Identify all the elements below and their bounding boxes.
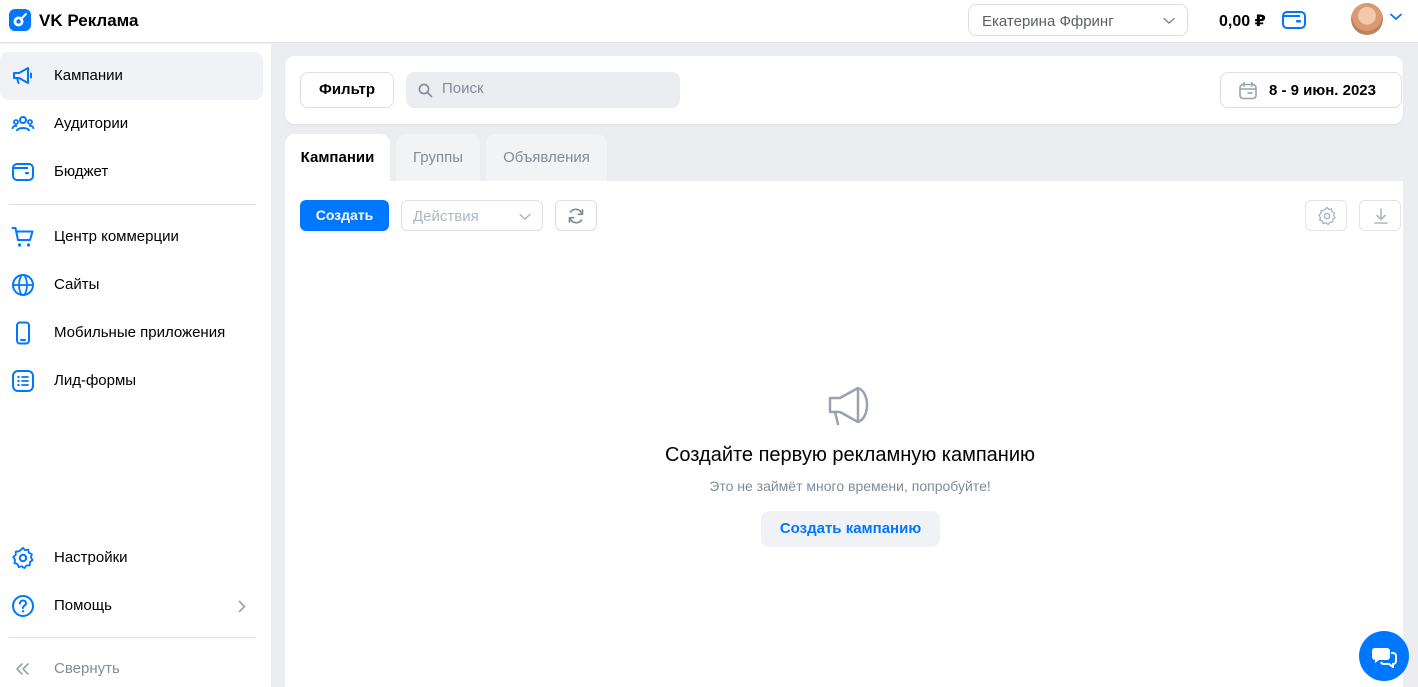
refresh-icon [568, 208, 584, 224]
download-icon [1374, 208, 1388, 224]
gear-icon [12, 546, 34, 569]
table-settings-button[interactable] [1305, 200, 1347, 231]
app-title[interactable]: VK Реклама [39, 11, 139, 31]
top-bar: VK Реклама Екатерина Ффринг 0,00 ₽ [0, 0, 1418, 43]
chevron-down-icon [519, 213, 531, 221]
sidebar-item-label: Центр коммерции [54, 228, 179, 245]
chevron-down-icon [1163, 17, 1175, 25]
filter-bar: Фильтр 8 - 9 июн. 2023 [285, 56, 1403, 124]
sidebar-item-label: Мобильные приложения [54, 324, 226, 341]
sidebar-item-label: Помощь [54, 597, 112, 614]
phone-icon [16, 321, 30, 345]
tab-groups[interactable]: Группы [396, 134, 480, 182]
actions-dropdown[interactable]: Действия [401, 200, 543, 231]
tab-campaigns[interactable]: Кампании [285, 134, 390, 182]
download-button[interactable] [1359, 200, 1401, 231]
users-icon [11, 116, 35, 132]
empty-state-subtitle: Это не займёт много времени, попробуйте! [709, 478, 991, 494]
calendar-icon [1239, 81, 1257, 100]
sidebar-item-campaigns[interactable]: Кампании [0, 52, 263, 100]
collapse-label: Свернуть [54, 660, 120, 677]
account-name: Екатерина Ффринг [982, 13, 1114, 30]
sidebar-item-label: Аудитории [54, 115, 129, 132]
globe-icon [12, 274, 34, 296]
sidebar-item-lead-forms[interactable]: Лид-формы [0, 357, 263, 405]
sidebar-item-audiences[interactable]: Аудитории [0, 100, 263, 148]
sidebar-collapse-button[interactable]: Свернуть [0, 645, 263, 687]
megaphone-icon [828, 386, 869, 426]
double-chevron-left-icon [16, 663, 29, 675]
refresh-button[interactable] [555, 200, 597, 231]
question-icon [12, 595, 34, 617]
filter-button[interactable]: Фильтр [300, 72, 394, 108]
avatar[interactable] [1351, 3, 1383, 35]
search-icon [418, 83, 433, 98]
support-chat-button[interactable] [1359, 631, 1409, 681]
account-select[interactable]: Екатерина Ффринг [968, 4, 1188, 36]
actions-placeholder: Действия [413, 208, 479, 225]
chat-icon [1371, 648, 1397, 668]
sidebar-item-sites[interactable]: Сайты [0, 261, 263, 309]
sidebar-item-label: Кампании [54, 67, 123, 84]
sidebar-item-mobile-apps[interactable]: Мобильные приложения [0, 309, 263, 357]
sidebar-item-label: Сайты [54, 276, 100, 293]
tab-ads[interactable]: Объявления [486, 134, 607, 182]
vk-ads-logo-icon[interactable] [9, 9, 31, 31]
chevron-right-icon [238, 600, 246, 613]
gear-icon [1318, 206, 1336, 226]
empty-state-title: Создайте первую рекламную кампанию [664, 444, 1036, 466]
main-content: Фильтр 8 - 9 июн. 2023 Кампании Группы О… [285, 56, 1403, 687]
search-input[interactable] [442, 80, 662, 97]
campaigns-panel: Создать Действия Создайте первую рекламн… [285, 181, 1403, 687]
create-campaign-button[interactable]: Создать кампанию [761, 511, 940, 547]
date-range-label: 8 - 9 июн. 2023 [1269, 82, 1376, 99]
sidebar: Кампании Аудитории Бюджет Центр коммерци… [0, 44, 271, 687]
sidebar-item-settings[interactable]: Настройки [0, 534, 263, 582]
wallet-icon[interactable] [1281, 8, 1307, 32]
balance-amount: 0,00 ₽ [1219, 13, 1266, 30]
create-button[interactable]: Создать [300, 200, 389, 231]
divider [9, 637, 256, 638]
sidebar-item-label: Настройки [54, 549, 128, 566]
search-box[interactable] [406, 72, 680, 108]
sidebar-item-label: Лид-формы [54, 372, 137, 389]
wallet-icon [12, 163, 34, 181]
sidebar-item-label: Бюджет [54, 163, 109, 180]
date-range-picker[interactable]: 8 - 9 июн. 2023 [1220, 72, 1402, 108]
chevron-down-icon[interactable] [1390, 13, 1402, 21]
list-icon [12, 370, 34, 392]
megaphone-icon [13, 67, 32, 84]
sidebar-item-help[interactable]: Помощь [0, 582, 263, 630]
cart-icon [11, 227, 34, 247]
sidebar-item-budget[interactable]: Бюджет [0, 148, 263, 196]
sidebar-item-commerce[interactable]: Центр коммерции [0, 213, 263, 261]
divider [9, 204, 256, 205]
